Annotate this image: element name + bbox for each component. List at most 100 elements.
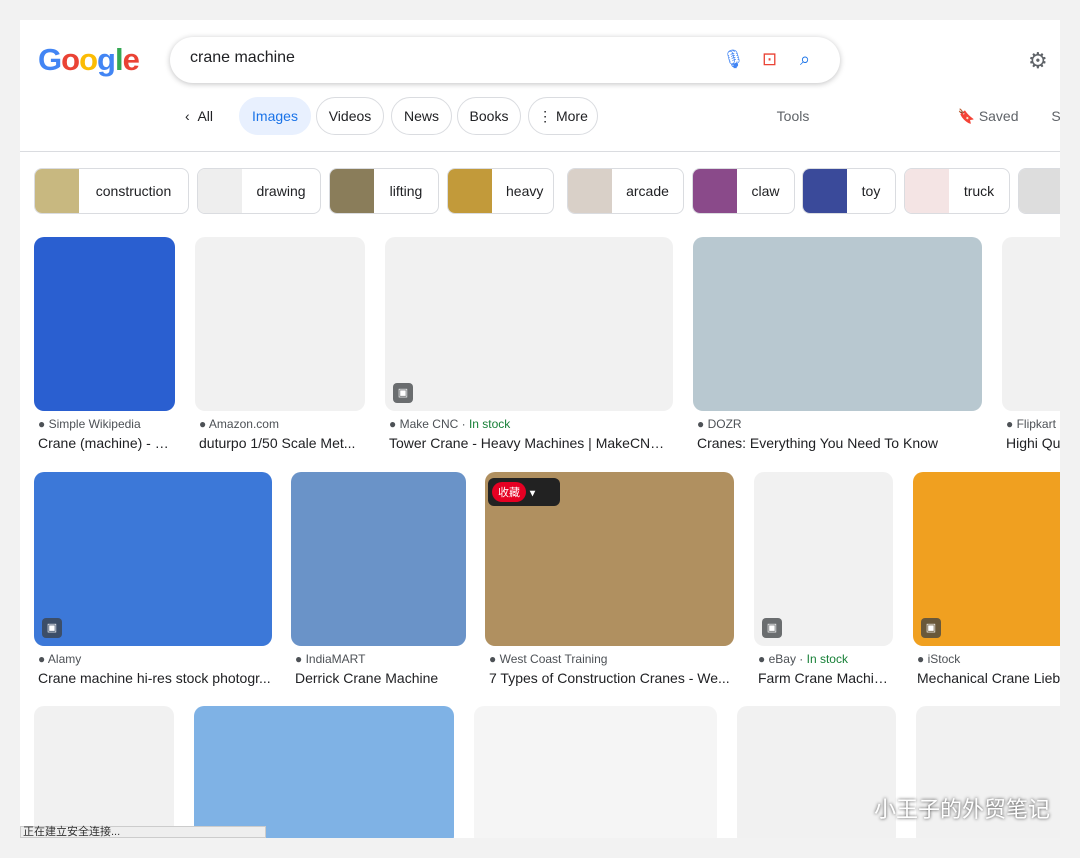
- result-source[interactable]: ● iStock: [917, 652, 1060, 666]
- chip-thumbnail: [330, 169, 374, 213]
- google-logo[interactable]: Google: [38, 42, 140, 78]
- chip-thumbnail: [1019, 169, 1060, 213]
- image-result-thumbnail[interactable]: ▣: [385, 237, 673, 411]
- image-type-badge-icon: ▣: [921, 618, 941, 638]
- tools-button[interactable]: Tools: [768, 97, 818, 135]
- image-result-thumbnail[interactable]: [1002, 237, 1060, 411]
- chip-label: construction: [95, 183, 172, 199]
- tab-all[interactable]: ‹ All: [174, 97, 224, 135]
- source-name: DOZR: [707, 417, 742, 431]
- source-name: West Coast Training: [499, 652, 608, 666]
- settings-gear-icon[interactable]: ⚙: [1028, 48, 1048, 74]
- result-source[interactable]: ● Flipkart: [1006, 417, 1060, 431]
- result-source[interactable]: ● eBay · In stock: [758, 652, 893, 666]
- result-title[interactable]: Farm Crane Machin...: [758, 670, 893, 686]
- chip-thumbnail: [448, 169, 492, 213]
- safesearch-button[interactable]: S: [1046, 97, 1060, 135]
- favicon-icon: ●: [199, 417, 209, 431]
- chip-label: lifting: [389, 183, 423, 199]
- source-name: Alamy: [47, 652, 82, 666]
- tab-more[interactable]: ⋮ More: [528, 97, 598, 135]
- result-source[interactable]: ● Alamy: [38, 652, 272, 666]
- search-icon[interactable]: ⌕: [800, 49, 810, 70]
- image-result-thumbnail[interactable]: [34, 237, 175, 411]
- result-title[interactable]: Crane machine hi-res stock photogr...: [38, 670, 272, 686]
- chip-label: toy: [861, 183, 881, 199]
- saved-label: Saved: [978, 108, 1019, 124]
- image-result-thumbnail[interactable]: ▣: [754, 472, 893, 646]
- result-source[interactable]: ● West Coast Training: [489, 652, 734, 666]
- tab-label: More: [555, 108, 588, 124]
- result-source[interactable]: ● IndiaMART: [295, 652, 466, 666]
- pinterest-save-button[interactable]: 收藏 ▾: [488, 478, 560, 506]
- related-chip[interactable]: arcade: [567, 168, 684, 214]
- related-chip[interactable]: construction: [34, 168, 189, 214]
- search-input[interactable]: [190, 49, 690, 67]
- search-box[interactable]: 🎙 ⊡ ⌕: [170, 37, 840, 83]
- image-type-badge-icon: ▣: [393, 383, 413, 403]
- tab-news[interactable]: News: [391, 97, 452, 135]
- image-result-thumbnail[interactable]: [34, 706, 174, 838]
- favicon-icon: ●: [295, 652, 306, 666]
- image-type-badge-icon: ▣: [42, 618, 62, 638]
- tab-books[interactable]: Books: [457, 97, 521, 135]
- image-result-thumbnail[interactable]: ▣: [913, 472, 1060, 646]
- chip-label: truck: [963, 183, 995, 199]
- result-title[interactable]: Tower Crane - Heavy Machines | MakeCNC..…: [389, 435, 673, 451]
- divider: [20, 151, 1060, 152]
- result-title[interactable]: Highi Qua: [1006, 435, 1060, 451]
- result-source[interactable]: ● Simple Wikipedia: [38, 417, 175, 431]
- favicon-icon: ●: [38, 417, 49, 431]
- chip-thumbnail: [905, 169, 949, 213]
- favicon-icon: ●: [389, 417, 400, 431]
- result-title[interactable]: Mechanical Crane Liebh: [917, 670, 1060, 686]
- chip-thumbnail: [693, 169, 737, 213]
- related-chip[interactable]: lifting: [329, 168, 439, 214]
- result-title[interactable]: Crane (machine) - S...: [38, 435, 175, 451]
- result-title[interactable]: 7 Types of Construction Cranes - We...: [489, 670, 734, 686]
- result-source[interactable]: ● DOZR: [697, 417, 982, 431]
- result-source[interactable]: ● Make CNC · In stock: [389, 417, 673, 431]
- image-result-thumbnail[interactable]: [291, 472, 466, 646]
- image-type-badge-icon: ▣: [762, 618, 782, 638]
- related-chip[interactable]: toy: [802, 168, 896, 214]
- result-title[interactable]: Cranes: Everything You Need To Know: [697, 435, 982, 451]
- chip-thumbnail: [35, 169, 79, 213]
- chip-thumbnail: [803, 169, 847, 213]
- image-result-thumbnail[interactable]: [194, 706, 454, 838]
- microphone-icon[interactable]: 🎙: [722, 49, 745, 70]
- image-result-thumbnail[interactable]: [693, 237, 982, 411]
- lens-icon[interactable]: ⊡: [762, 49, 777, 70]
- related-chip[interactable]: heavy: [447, 168, 554, 214]
- browser-window: Google 🎙 ⊡ ⌕ ⚙ ‹ All Images Videos News …: [20, 20, 1060, 838]
- favicon-icon: ●: [1006, 417, 1017, 431]
- favicon-icon: ●: [917, 652, 928, 666]
- dropdown-arrow-icon: ▾: [530, 488, 536, 499]
- chip-label: heavy: [506, 183, 544, 199]
- favicon-icon: ●: [489, 652, 500, 666]
- chip-label: arcade: [626, 183, 669, 199]
- tab-images[interactable]: Images: [239, 97, 311, 135]
- image-result-thumbnail[interactable]: [737, 706, 896, 838]
- chip-thumbnail: [568, 169, 612, 213]
- result-title[interactable]: duturpo 1/50 Scale Met...: [199, 435, 365, 451]
- saved-button[interactable]: 🔖 Saved: [952, 97, 1024, 135]
- result-title[interactable]: Derrick Crane Machine: [295, 670, 466, 686]
- result-source[interactable]: ● Amazon.com: [199, 417, 365, 431]
- tab-videos[interactable]: Videos: [316, 97, 384, 135]
- chip-label: claw: [751, 183, 780, 199]
- source-name: Amazon.com: [208, 417, 279, 431]
- tab-label: All: [197, 108, 213, 124]
- stock-status: In stock: [468, 417, 511, 431]
- related-chip[interactable]: truck: [904, 168, 1010, 214]
- image-result-thumbnail[interactable]: [195, 237, 365, 411]
- status-bar: 正在建立安全连接...: [20, 826, 266, 838]
- related-chip[interactable]: drawing: [197, 168, 321, 214]
- image-result-thumbnail[interactable]: ▣: [34, 472, 272, 646]
- source-name: iStock: [927, 652, 961, 666]
- source-name: IndiaMART: [305, 652, 366, 666]
- related-chip[interactable]: claw: [692, 168, 795, 214]
- source-name: eBay: [768, 652, 796, 666]
- related-chip[interactable]: [1018, 168, 1060, 214]
- image-result-thumbnail[interactable]: [474, 706, 717, 838]
